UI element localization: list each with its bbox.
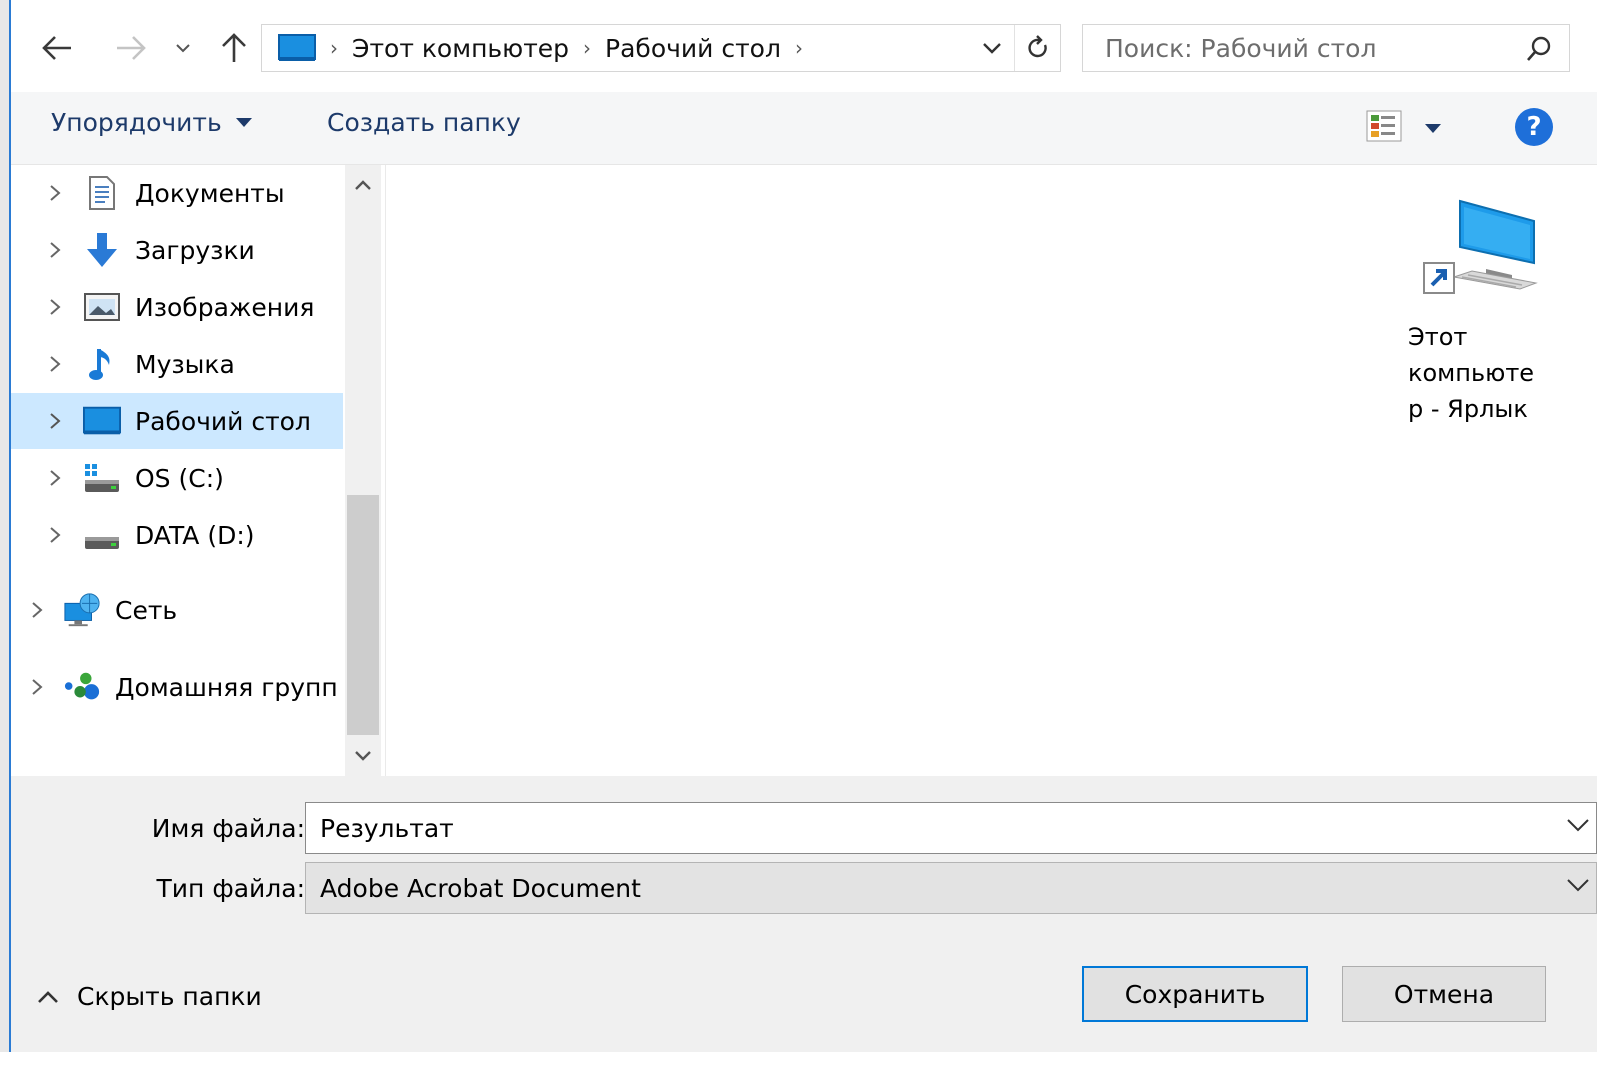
address-history-dropdown[interactable] <box>972 25 1012 71</box>
new-folder-button[interactable]: Создать папку <box>327 108 521 137</box>
up-button[interactable] <box>214 26 254 70</box>
nav-item-downloads[interactable]: Загрузки <box>11 222 343 278</box>
chevron-down-icon <box>983 43 1001 54</box>
organize-button[interactable]: Упорядочить <box>51 108 252 137</box>
nav-item-documents[interactable]: Документы <box>11 165 343 221</box>
arrow-right-icon <box>117 36 146 60</box>
downloads-icon <box>83 231 121 269</box>
save-options-area: Имя файла: Тип файла: Adobe Acrobat Docu… <box>11 776 1597 1052</box>
chevron-down-icon[interactable] <box>1566 877 1590 897</box>
chevron-right-icon[interactable] <box>27 600 47 620</box>
chevron-right-icon[interactable] <box>45 240 65 260</box>
help-icon[interactable]: ? <box>1515 108 1553 146</box>
music-icon <box>83 345 121 383</box>
breadcrumb-separator[interactable]: › <box>583 36 591 60</box>
filetype-value: Adobe Acrobat Document <box>320 873 641 903</box>
navigation-pane: Документы Загрузки Изображения Музыка Ра… <box>11 165 345 776</box>
chevron-down-icon <box>176 44 190 53</box>
breadcrumb-separator[interactable]: › <box>795 36 803 60</box>
refresh-icon <box>1028 35 1047 58</box>
nav-item-network[interactable]: Сеть <box>11 582 343 638</box>
arrow-left-icon <box>42 36 71 60</box>
homegroup-icon <box>63 668 101 706</box>
chevron-right-icon[interactable] <box>27 677 47 697</box>
breadcrumb-desktop[interactable]: Рабочий стол <box>605 34 781 63</box>
search-box[interactable] <box>1082 24 1570 72</box>
scroll-up-button[interactable] <box>345 165 381 205</box>
chevron-right-icon[interactable] <box>45 468 65 488</box>
chevron-down-icon <box>355 751 371 761</box>
filename-label: Имя файла: <box>151 814 305 843</box>
chevron-down-icon[interactable] <box>1566 817 1590 837</box>
file-list-pane[interactable]: Этот компьюте р - Ярлык <box>385 165 1597 776</box>
chevron-right-icon[interactable] <box>45 411 65 431</box>
search-icon[interactable] <box>1525 35 1553 67</box>
computer-shortcut-icon <box>1416 191 1546 305</box>
chevron-up-icon <box>355 180 371 190</box>
breadcrumb-this-pc[interactable]: Этот компьютер <box>352 34 569 63</box>
chevron-up-icon <box>38 990 58 1003</box>
command-bar: Упорядочить Создать папку ? <box>11 92 1597 165</box>
nav-item-os-c[interactable]: OS (C:) <box>11 450 343 506</box>
chevron-right-icon[interactable] <box>45 297 65 317</box>
chevron-right-icon[interactable] <box>45 354 65 374</box>
filetype-label: Тип файла: <box>156 874 305 903</box>
recent-locations-button[interactable] <box>169 26 197 70</box>
nav-item-music[interactable]: Музыка <box>11 336 343 392</box>
chevron-right-icon[interactable] <box>45 183 65 203</box>
desktop-icon <box>83 402 121 440</box>
scroll-down-button[interactable] <box>345 736 381 776</box>
filetype-select[interactable]: Adobe Acrobat Document <box>305 862 1597 914</box>
address-row: › Этот компьютер › Рабочий стол › <box>11 0 1597 92</box>
nav-item-pictures[interactable]: Изображения <box>11 279 343 335</box>
hide-folders-button[interactable]: Скрыть папки <box>37 982 262 1011</box>
nav-scrollbar[interactable] <box>345 165 381 776</box>
filename-combobox[interactable] <box>305 802 1597 854</box>
pictures-icon <box>83 288 121 326</box>
save-button[interactable]: Сохранить <box>1082 966 1308 1022</box>
breadcrumb-separator: › <box>330 36 338 60</box>
drive-icon <box>83 516 121 554</box>
chevron-right-icon[interactable] <box>45 525 65 545</box>
address-bar[interactable]: › Этот компьютер › Рабочий стол › <box>261 24 1061 72</box>
back-button[interactable] <box>35 26 79 70</box>
arrow-up-icon <box>222 33 246 62</box>
system-drive-icon <box>83 459 121 497</box>
cancel-button[interactable]: Отмена <box>1342 966 1546 1022</box>
desktop-icon <box>278 34 316 62</box>
new-folder-label: Создать папку <box>327 108 521 137</box>
nav-item-desktop[interactable]: Рабочий стол <box>11 393 343 449</box>
organize-label: Упорядочить <box>51 108 222 137</box>
nav-item-homegroup[interactable]: Домашняя групп <box>11 659 343 715</box>
hide-folders-label: Скрыть папки <box>77 982 262 1011</box>
view-options-icon[interactable] <box>1366 110 1402 146</box>
network-icon <box>63 591 101 629</box>
search-input[interactable] <box>1103 32 1497 64</box>
filename-input[interactable] <box>318 812 1522 844</box>
dialog-bottom-edge <box>0 1052 1597 1072</box>
nav-item-data-d[interactable]: DATA (D:) <box>11 507 343 563</box>
documents-icon <box>83 174 121 212</box>
file-label: Этот компьюте р - Ярлык <box>1408 323 1535 423</box>
caret-down-icon <box>235 118 252 127</box>
view-dropdown-button[interactable] <box>1425 124 1441 133</box>
forward-button[interactable] <box>109 26 153 70</box>
refresh-button[interactable] <box>1014 25 1061 71</box>
scroll-thumb[interactable] <box>347 495 379 735</box>
